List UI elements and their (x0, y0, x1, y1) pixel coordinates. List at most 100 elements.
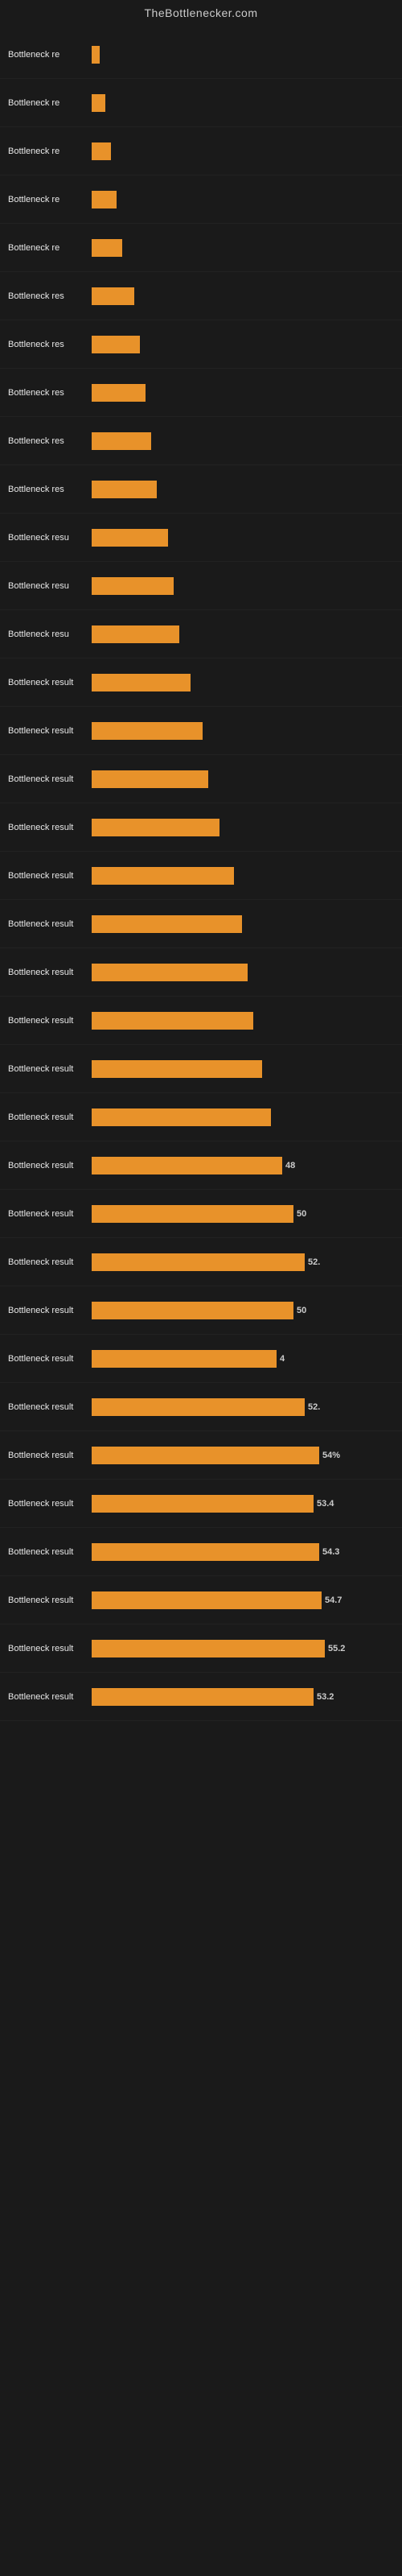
bar-row: Bottleneck result54% (0, 1431, 402, 1480)
bar-row: Bottleneck re (0, 224, 402, 272)
bar-row: Bottleneck result (0, 803, 402, 852)
bar-wrapper: 53.4 (92, 1495, 394, 1513)
bar (92, 1205, 293, 1223)
bar-label: Bottleneck re (8, 98, 88, 108)
bar (92, 287, 134, 305)
bar-wrapper: 53.2 (92, 1688, 394, 1706)
bar-row: Bottleneck res (0, 272, 402, 320)
bar-label: Bottleneck result (8, 678, 88, 687)
bar-wrapper (92, 432, 394, 450)
bar-row: Bottleneck result 50 (0, 1190, 402, 1238)
bar (92, 867, 234, 885)
bar-wrapper (92, 1060, 394, 1078)
bar-wrapper (92, 1108, 394, 1126)
bar-row: Bottleneck result 52. (0, 1238, 402, 1286)
bar (92, 1012, 253, 1030)
bar-value: 50 (297, 1209, 306, 1219)
bar-wrapper: 54.7 (92, 1591, 394, 1609)
bar-label: Bottleneck result (8, 1209, 88, 1219)
bar (92, 1108, 271, 1126)
bar-row: Bottleneck result (0, 707, 402, 755)
bar-row: Bottleneck result53.2 (0, 1673, 402, 1721)
bar (92, 384, 146, 402)
bar-row: Bottleneck result 55.2 (0, 1624, 402, 1673)
bar-label: Bottleneck result (8, 1064, 88, 1074)
bar-label: Bottleneck result (8, 823, 88, 832)
bar (92, 1495, 314, 1513)
bar-row: Bottleneck res (0, 369, 402, 417)
bar-row: Bottleneck resu (0, 610, 402, 658)
bar-wrapper (92, 384, 394, 402)
bar-row: Bottleneck res (0, 465, 402, 514)
bar-wrapper: 52. (92, 1253, 394, 1271)
site-title: TheBottlenecker.com (0, 0, 402, 23)
bar-wrapper (92, 577, 394, 595)
bar (92, 191, 117, 208)
bar-wrapper (92, 722, 394, 740)
bar-row: Bottleneck res (0, 320, 402, 369)
bar-row: Bottleneck result (0, 997, 402, 1045)
bar-value: 4 (280, 1354, 285, 1364)
bar-wrapper: 52. (92, 1398, 394, 1416)
bar (92, 142, 111, 160)
bar-wrapper (92, 142, 394, 160)
bar-row: Bottleneck result (0, 948, 402, 997)
bar-value: 55.2 (328, 1644, 345, 1653)
bar-row: Bottleneck re (0, 31, 402, 79)
bar-row: Bottleneck resu (0, 514, 402, 562)
bar (92, 1302, 293, 1319)
bar-label: Bottleneck res (8, 340, 88, 349)
bar-row: Bottleneck result (0, 658, 402, 707)
bar (92, 336, 140, 353)
bar-wrapper (92, 819, 394, 836)
bar-value: 53.2 (317, 1692, 334, 1702)
bar-label: Bottleneck res (8, 388, 88, 398)
bar (92, 770, 208, 788)
bar-label: Bottleneck result (8, 1596, 88, 1605)
chart-container: Bottleneck re Bottleneck re Bottleneck re B… (0, 23, 402, 1729)
bar-label: Bottleneck result (8, 1354, 88, 1364)
bar-label: Bottleneck result (8, 1547, 88, 1557)
bar (92, 674, 191, 691)
bar (92, 1060, 262, 1078)
bar-row: Bottleneck result (0, 755, 402, 803)
bar-wrapper: 50 (92, 1302, 394, 1319)
bar-row: Bottleneck re (0, 127, 402, 175)
bar-row: Bottleneck result48 (0, 1141, 402, 1190)
bar-wrapper (92, 1012, 394, 1030)
bar-label: Bottleneck result (8, 1113, 88, 1122)
bar-wrapper (92, 46, 394, 64)
bar (92, 529, 168, 547)
bar-label: Bottleneck re (8, 50, 88, 60)
bar-wrapper (92, 191, 394, 208)
bar-wrapper (92, 674, 394, 691)
bar-label: Bottleneck result (8, 871, 88, 881)
bar-label: Bottleneck re (8, 243, 88, 253)
bar (92, 722, 203, 740)
bar-label: Bottleneck result (8, 726, 88, 736)
bar-label: Bottleneck result (8, 1451, 88, 1460)
bar (92, 432, 151, 450)
bar (92, 1398, 305, 1416)
bar-label: Bottleneck res (8, 291, 88, 301)
bar-wrapper: 54.3 (92, 1543, 394, 1561)
bar-label: Bottleneck result (8, 1644, 88, 1653)
bar-label: Bottleneck re (8, 147, 88, 156)
bar (92, 1253, 305, 1271)
bar-wrapper (92, 287, 394, 305)
bar-row: Bottleneck result53.4 (0, 1480, 402, 1528)
bar (92, 819, 219, 836)
bar-row: Bottleneck result 54.7 (0, 1576, 402, 1624)
bar-wrapper (92, 964, 394, 981)
bar (92, 46, 100, 64)
bar-label: Bottleneck result (8, 1257, 88, 1267)
bar-label: Bottleneck result (8, 968, 88, 977)
bar (92, 1350, 277, 1368)
bar-wrapper (92, 336, 394, 353)
bar-value: 54.7 (325, 1596, 342, 1605)
bar (92, 964, 248, 981)
bar-wrapper (92, 770, 394, 788)
bar (92, 915, 242, 933)
bar-row: Bottleneck result50 (0, 1286, 402, 1335)
bar-value: 53.4 (317, 1499, 334, 1509)
